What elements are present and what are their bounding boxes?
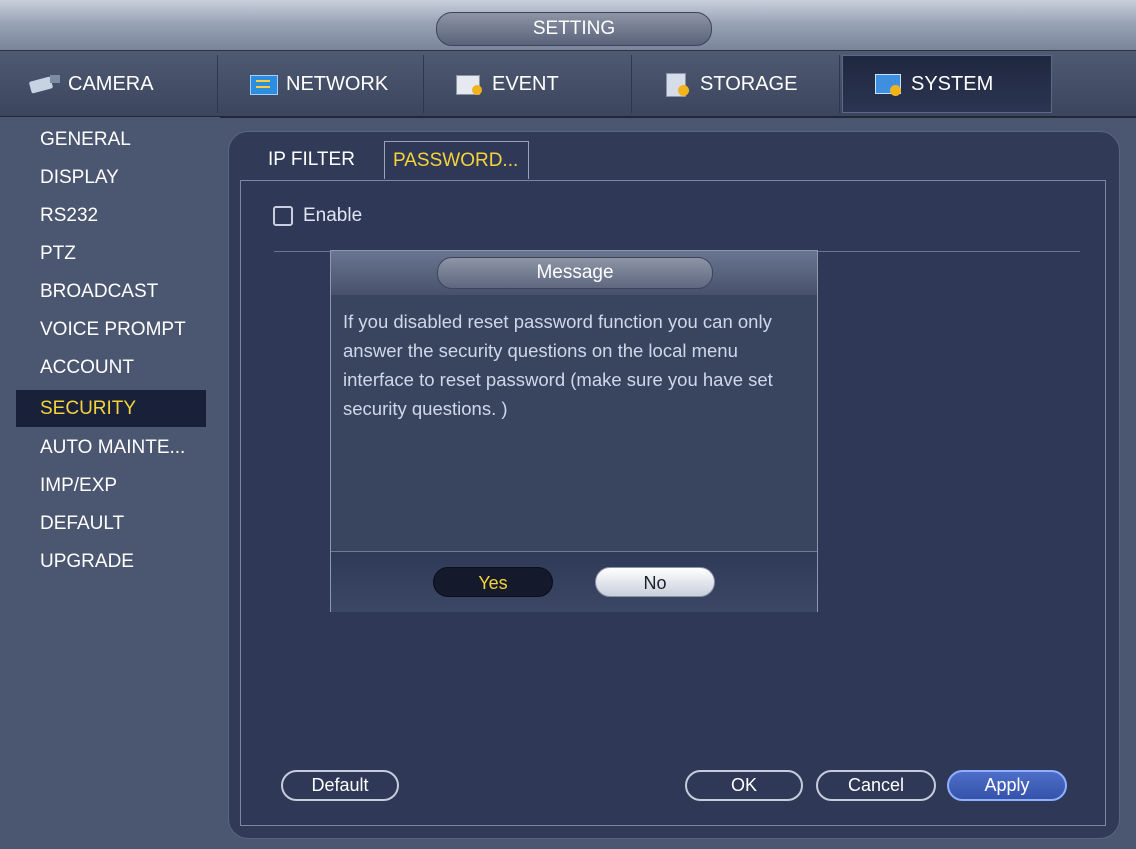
main-tab-bar: CAMERA NETWORK EVENT STORAGE SYSTEM xyxy=(0,51,1136,118)
apply-button[interactable]: Apply xyxy=(947,770,1067,801)
sidebar-item-general[interactable]: GENERAL xyxy=(16,121,206,158)
enable-row: Enable xyxy=(273,205,362,227)
sidebar-item-default[interactable]: DEFAULT xyxy=(16,505,206,542)
dialog-title: Message xyxy=(437,257,713,289)
tab-camera-label: CAMERA xyxy=(68,72,154,95)
sidebar-item-account[interactable]: ACCOUNT xyxy=(16,349,206,386)
title-bar: SETTING xyxy=(0,0,1136,51)
message-dialog: Message If you disabled reset password f… xyxy=(330,250,818,612)
sidebar-item-ptz[interactable]: PTZ xyxy=(16,235,206,272)
sidebar-item-imp-exp[interactable]: IMP/EXP xyxy=(16,467,206,504)
sidebar-item-display[interactable]: DISPLAY xyxy=(16,159,206,196)
sidebar-item-upgrade[interactable]: UPGRADE xyxy=(16,543,206,580)
sidebar-item-rs232[interactable]: RS232 xyxy=(16,197,206,234)
yes-button[interactable]: Yes xyxy=(433,567,553,597)
enable-checkbox[interactable] xyxy=(273,206,293,226)
system-icon xyxy=(873,71,903,97)
sidebar-item-auto-maintain[interactable]: AUTO MAINTE... xyxy=(16,429,206,466)
tab-network-label: NETWORK xyxy=(286,72,389,95)
no-button[interactable]: No xyxy=(595,567,715,597)
storage-icon xyxy=(662,71,692,97)
sidebar-item-security[interactable]: SECURITY xyxy=(16,390,206,427)
tab-system-label: SYSTEM xyxy=(911,72,994,95)
sidebar-item-broadcast[interactable]: BROADCAST xyxy=(16,273,206,310)
dialog-message: If you disabled reset password function … xyxy=(343,311,773,419)
tab-network[interactable]: NETWORK xyxy=(218,55,424,113)
event-icon xyxy=(454,71,484,97)
tab-storage-label: STORAGE xyxy=(700,72,798,95)
enable-label: Enable xyxy=(303,205,363,226)
tab-storage[interactable]: STORAGE xyxy=(632,55,840,113)
cancel-button[interactable]: Cancel xyxy=(816,770,936,801)
ok-button[interactable]: OK xyxy=(685,770,803,801)
camera-icon xyxy=(30,71,60,97)
subtab-password[interactable]: PASSWORD... xyxy=(384,141,529,179)
dialog-header: Message xyxy=(331,251,817,295)
sidebar-item-voice-prompt[interactable]: VOICE PROMPT xyxy=(16,311,206,348)
dialog-footer xyxy=(331,551,817,612)
tab-system[interactable]: SYSTEM xyxy=(842,55,1052,113)
sidebar-menu: GENERAL DISPLAY RS232 PTZ BROADCAST VOIC… xyxy=(0,117,220,849)
subtab-ip-filter[interactable]: IP FILTER xyxy=(260,141,380,179)
tab-event[interactable]: EVENT xyxy=(424,55,632,113)
default-button[interactable]: Default xyxy=(281,770,399,801)
tab-event-label: EVENT xyxy=(492,72,559,95)
window-title: SETTING xyxy=(436,12,712,46)
tab-camera[interactable]: CAMERA xyxy=(0,55,218,113)
network-icon xyxy=(248,71,278,97)
